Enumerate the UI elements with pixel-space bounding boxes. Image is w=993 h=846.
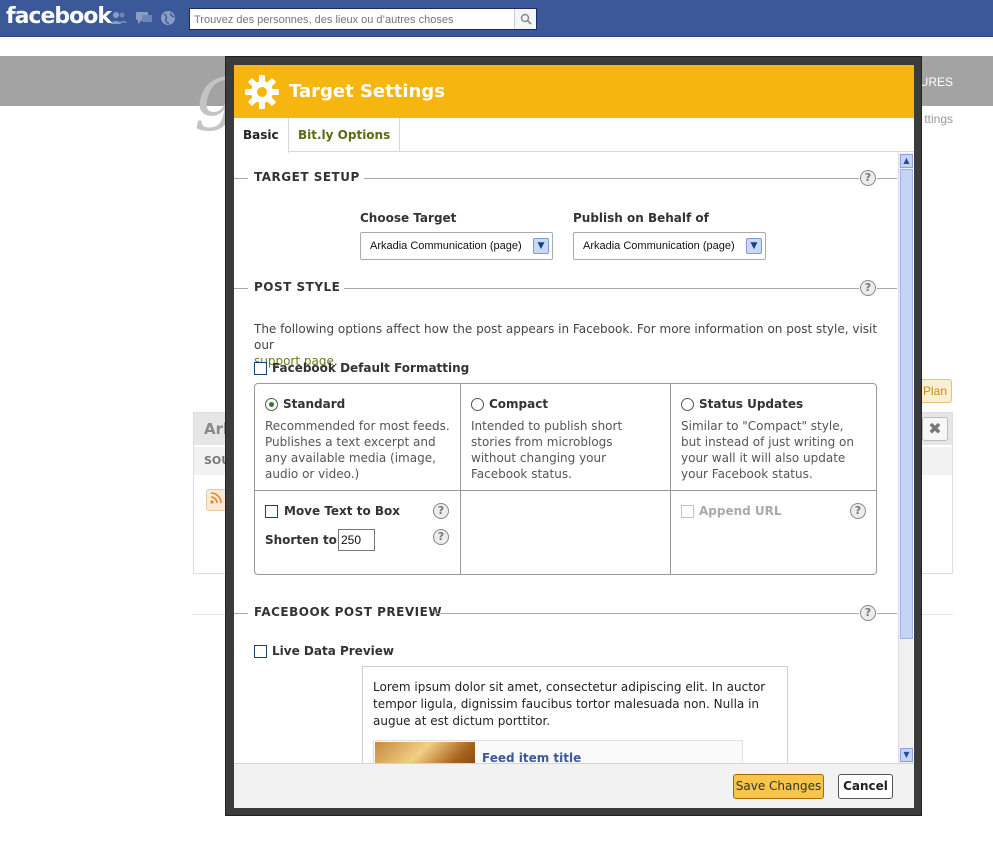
close-icon[interactable]: ✖ — [922, 417, 948, 441]
search-icon — [520, 13, 532, 25]
section-divider — [234, 178, 248, 179]
append-url-checkbox[interactable] — [681, 505, 694, 518]
search-button[interactable] — [514, 9, 536, 29]
standard-description: Recommended for most feeds. Publishes a … — [265, 419, 450, 481]
dialog-title: Target Settings — [289, 81, 445, 102]
append-url-label: Append URL — [699, 504, 782, 518]
background-settings-link[interactable]: ttings — [924, 112, 953, 126]
dialog-header: Target Settings — [234, 65, 914, 118]
section-divider — [234, 288, 248, 289]
tab-basic[interactable]: Basic — [234, 118, 289, 153]
dialog-footer: Save Changes Cancel — [234, 763, 914, 808]
post-style-heading: POST STYLE — [254, 280, 341, 294]
compact-radio[interactable] — [471, 398, 484, 411]
preview-heading: FACEBOOK POST PREVIEW — [254, 605, 443, 619]
globe-icon[interactable] — [159, 10, 177, 26]
move-text-to-box-label: Move Text to Box — [284, 504, 400, 518]
grid-divider — [460, 384, 461, 574]
status-updates-label: Status Updates — [699, 397, 804, 411]
grid-divider — [670, 384, 671, 574]
feed-item-thumbnail — [375, 742, 475, 763]
chevron-down-icon[interactable]: ▼ — [533, 238, 549, 254]
section-divider — [344, 288, 859, 289]
status-updates-description: Similar to "Compact" style, but instead … — [681, 419, 855, 481]
chevron-down-icon[interactable]: ▼ — [746, 238, 762, 254]
section-divider — [877, 288, 897, 289]
search-input[interactable] — [194, 12, 504, 28]
facebook-top-bar: facebook — [0, 0, 993, 37]
compact-description: Intended to publish short stories from m… — [471, 419, 623, 481]
publish-on-behalf-value: Arkadia Communication (page) — [583, 240, 735, 252]
target-settings-dialog: Target Settings Basic Bit.ly Options TAR… — [225, 56, 922, 816]
section-divider — [877, 613, 897, 614]
shorten-to-label: Shorten to — [265, 533, 337, 547]
scroll-up-icon[interactable]: ▲ — [900, 154, 913, 168]
save-changes-button[interactable]: Save Changes — [733, 774, 824, 799]
rss-icon — [206, 489, 226, 511]
standard-radio[interactable] — [265, 398, 278, 411]
tab-bar: Basic Bit.ly Options — [234, 118, 914, 153]
publish-on-behalf-select[interactable]: Arkadia Communication (page) ▼ — [573, 232, 766, 260]
facebook-logo[interactable]: facebook — [6, 4, 112, 29]
default-formatting-label: Facebook Default Formatting — [272, 361, 470, 375]
status-updates-radio[interactable] — [681, 398, 694, 411]
standard-label: Standard — [283, 397, 346, 411]
help-icon[interactable]: ? — [860, 280, 876, 296]
preview-text: Lorem ipsum dolor sit amet, consectetur … — [373, 680, 766, 728]
move-text-to-box-checkbox[interactable] — [265, 505, 278, 518]
feed-item-title[interactable]: Feed item title — [482, 751, 581, 763]
section-divider — [434, 613, 859, 614]
post-style-section-header: POST STYLE ? — [234, 278, 898, 298]
post-preview-box: Lorem ipsum dolor sit amet, consectetur … — [362, 666, 788, 763]
scrollbar-thumb[interactable] — [900, 169, 913, 639]
choose-target-value: Arkadia Communication (page) — [370, 240, 522, 252]
post-style-intro-text: The following options affect how the pos… — [254, 322, 878, 352]
help-icon[interactable]: ? — [860, 170, 876, 186]
dialog-scroll-area[interactable]: TARGET SETUP ? Choose Target Arkadia Com… — [234, 153, 914, 763]
compact-label: Compact — [489, 397, 549, 411]
choose-target-label: Choose Target — [360, 211, 457, 225]
grid-divider — [255, 490, 876, 491]
preview-section-header: FACEBOOK POST PREVIEW ? — [234, 603, 898, 623]
help-icon[interactable]: ? — [850, 503, 866, 519]
shorten-to-input[interactable]: 250 — [338, 529, 375, 551]
section-divider — [364, 178, 859, 179]
choose-target-select[interactable]: Arkadia Communication (page) ▼ — [360, 232, 553, 260]
tab-bitly-options[interactable]: Bit.ly Options — [289, 118, 401, 152]
section-divider — [877, 178, 897, 179]
cancel-button[interactable]: Cancel — [838, 774, 893, 799]
help-icon[interactable]: ? — [860, 605, 876, 621]
target-setup-heading: TARGET SETUP — [254, 170, 360, 184]
section-divider — [234, 613, 248, 614]
vertical-scrollbar[interactable]: ▲ ▼ — [898, 153, 913, 763]
dialog-body: Target Settings Basic Bit.ly Options TAR… — [234, 65, 914, 808]
scroll-down-icon[interactable]: ▼ — [900, 748, 913, 762]
help-icon[interactable]: ? — [433, 529, 449, 545]
live-data-preview-label: Live Data Preview — [272, 644, 394, 658]
publish-on-behalf-label: Publish on Behalf of — [573, 211, 709, 225]
search-box[interactable] — [189, 8, 537, 30]
messages-icon[interactable] — [135, 10, 153, 26]
post-style-options-grid: Standard Recommended for most feeds. Pub… — [254, 383, 877, 575]
live-data-preview-checkbox[interactable] — [254, 645, 267, 658]
help-icon[interactable]: ? — [433, 503, 449, 519]
default-formatting-checkbox[interactable] — [254, 362, 267, 375]
feed-item: Feed item title — [373, 740, 743, 763]
friends-icon[interactable] — [110, 10, 128, 26]
gear-icon — [245, 75, 279, 109]
target-setup-section-header: TARGET SETUP ? — [234, 168, 898, 188]
